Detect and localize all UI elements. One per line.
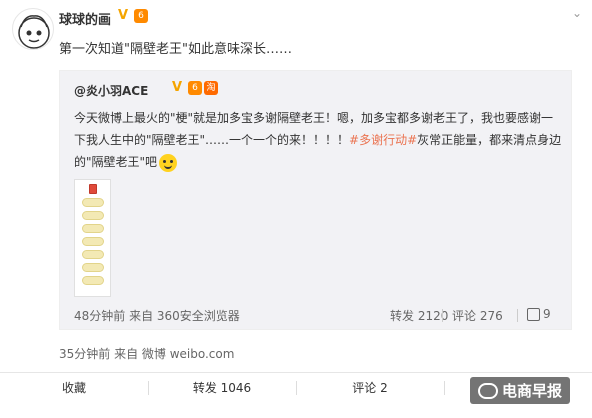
hashtag-link[interactable]: #多谢行动#	[349, 133, 417, 147]
thumbs-up-icon	[527, 307, 540, 321]
comment-button[interactable]: 评论 2	[296, 373, 444, 404]
quoted-badges: V 6 淘	[172, 81, 218, 95]
watermark: 电商早报	[470, 377, 571, 404]
taobao-badge: 淘	[204, 81, 218, 95]
quoted-line-2-tail: 灰常正能量，都来清点身边	[417, 133, 562, 147]
post-time-source[interactable]: 35分钟前 来自 微博 weibo.com	[59, 345, 234, 362]
thumbnail-cell	[88, 184, 97, 194]
image-thumbnail[interactable]	[74, 179, 111, 297]
quoted-line-2: 下我人生中的"隔壁老王"……一个一个的来！！！！#多谢行动#灰常正能量，都来清点…	[74, 129, 562, 151]
thumbnail-cell	[81, 237, 104, 246]
vip-level-badge: 6	[188, 81, 202, 95]
quoted-repost-button[interactable]: 转发 2120	[390, 307, 448, 324]
verified-v-icon: V	[172, 80, 183, 95]
quoted-time-source[interactable]: 48分钟前 来自 360安全浏览器	[74, 307, 240, 324]
quoted-line-2-head: 下我人生中的"隔壁老王"……一个一个的来！！！！	[74, 133, 350, 147]
quoted-line-3-text: 的"隔壁老王"吧	[74, 155, 158, 169]
quoted-author[interactable]: @炎小羽ACE	[74, 82, 148, 99]
cartoon-face-icon	[18, 15, 50, 49]
quoted-text: 今天微博上最火的"梗"就是加多宝多谢隔壁老王！嗯，加多宝都多谢老王了，我也要感谢…	[74, 107, 562, 173]
quoted-like-count: 9	[543, 307, 551, 321]
post-text: 第一次知道"隔壁老王"如此意味深长……	[59, 42, 292, 57]
chevron-down-icon[interactable]: ⌄	[572, 6, 582, 20]
thumbnail-cell	[81, 224, 104, 233]
quoted-post: @炎小羽ACE V 6 淘 今天微博上最火的"梗"就是加多宝多谢隔壁老王！嗯，加…	[59, 70, 572, 330]
divider	[517, 309, 518, 322]
quoted-line-1: 今天微博上最火的"梗"就是加多宝多谢隔壁老王！嗯，加多宝都多谢老王了，我也要感谢…	[74, 111, 554, 125]
divider	[442, 309, 443, 322]
repost-button[interactable]: 转发 1046	[148, 373, 296, 404]
favorite-button[interactable]: 收藏	[0, 373, 148, 404]
quoted-like-button[interactable]: 9	[527, 307, 551, 321]
quoted-footer: 48分钟前 来自 360安全浏览器 转发 2120 评论 276 9	[60, 307, 571, 329]
thumbnail-cell	[81, 276, 104, 285]
poster-badges: V 6	[118, 9, 148, 23]
thumbnail-cell	[81, 198, 104, 207]
wechat-icon	[478, 382, 498, 399]
thumbnail-cell	[81, 263, 104, 272]
quoted-comment-button[interactable]: 评论 276	[452, 307, 503, 324]
vip-level-badge: 6	[134, 9, 148, 23]
quoted-line-3: 的"隔壁老王"吧	[74, 151, 562, 173]
smiley-emoji-icon	[159, 153, 178, 172]
thumbnail-cell	[81, 250, 104, 259]
avatar[interactable]	[12, 8, 54, 50]
verified-v-icon: V	[118, 8, 129, 23]
thumbnail-cell	[81, 211, 104, 220]
poster-name[interactable]: 球球的画	[59, 9, 111, 28]
watermark-text: 电商早报	[502, 382, 563, 400]
